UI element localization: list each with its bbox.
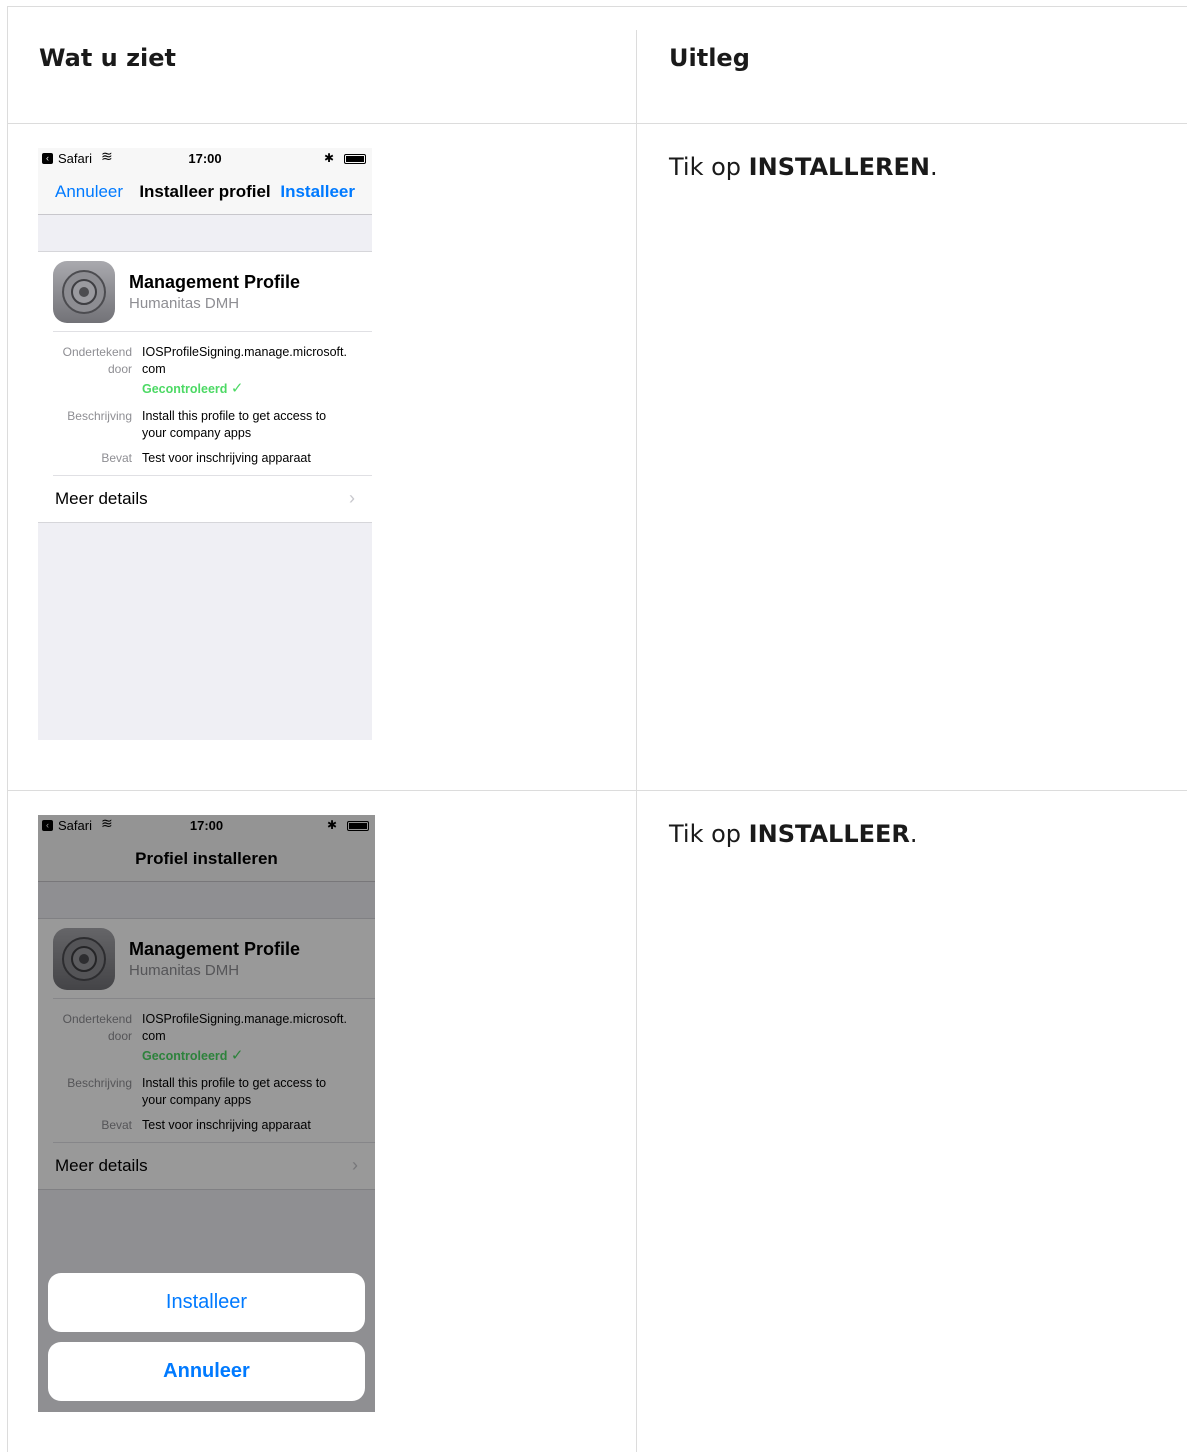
nav-bar: Annuleer Installeer profiel Installeer [38, 170, 372, 215]
verified-badge: Gecontroleerd ✓ [142, 380, 244, 397]
contains-label: Bevat [101, 451, 132, 465]
screenshot-install-profile: ‹ Safari ≋ 17:00 ✱ Annuleer Installeer p… [38, 148, 372, 740]
install-nav-button[interactable]: Installeer [280, 182, 355, 202]
battery-icon [344, 154, 366, 164]
status-bar: ‹ Safari ≋ 17:00 ✱ [38, 148, 372, 170]
screenshot-install-confirm: ‹ Safari ≋ 17:00 ✱ Profiel installeren M… [38, 815, 375, 1412]
chevron-right-icon: › [349, 488, 355, 508]
description-value: Install this profile to get access to yo… [142, 409, 327, 440]
separator [53, 331, 372, 332]
table-left-border [7, 6, 8, 1452]
signed-by-value: IOSProfileSigning.manage.microsoft. com [142, 345, 347, 376]
row-divider [7, 790, 1187, 791]
explanation-text: Tik op INSTALLEER. [669, 820, 918, 848]
column-header-explanation: Uitleg [669, 44, 750, 72]
column-divider [636, 30, 637, 1452]
sheet-install-button[interactable]: Installeer [48, 1273, 365, 1332]
sheet-cancel-button[interactable]: Annuleer [48, 1342, 365, 1401]
description-label: Beschrijving [67, 409, 132, 423]
table-top-border [7, 6, 1187, 7]
status-time: 17:00 [188, 151, 222, 166]
profile-subtitle: Humanitas DMH [129, 295, 240, 312]
profile-title: Management Profile [129, 272, 301, 292]
explanation-text: Tik op INSTALLEREN. [669, 153, 938, 181]
column-header-what-you-see: Wat u ziet [39, 44, 177, 72]
settings-gear-icon [53, 261, 115, 323]
profile-card: Management Profile Humanitas DMH Onderte… [38, 251, 372, 523]
separator [53, 475, 372, 476]
header-row-divider [7, 123, 1187, 124]
bluetooth-icon: ✱ [323, 151, 334, 165]
more-details-row[interactable]: Meer details [55, 489, 148, 509]
contains-value: Test voor inschrijving apparaat [142, 451, 311, 465]
checkmark-icon: ✓ [230, 380, 244, 397]
signed-by-label: Ondertekend door [62, 345, 132, 376]
